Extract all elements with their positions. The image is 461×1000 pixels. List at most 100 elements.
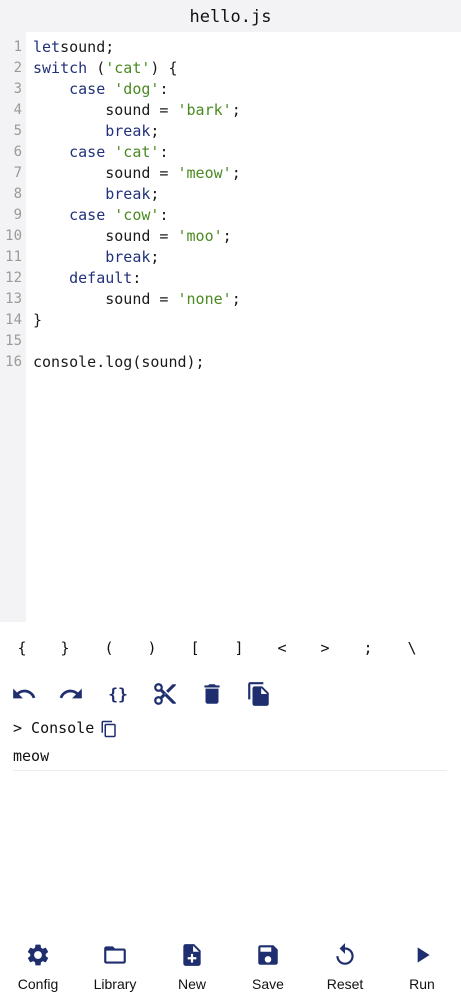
keyword-token: let [33,38,61,56]
code-line[interactable]: 16 console.log(sound); [0,352,461,373]
nav-library-label: Library [93,976,137,992]
code-token: : [132,269,142,287]
symbol-key[interactable]: } [50,636,80,660]
code-text: sound = 'none'; [33,289,241,310]
symbol-key[interactable]: [ [180,636,210,660]
symbol-key-row: {} () [] < >; \ [0,636,461,660]
code-token: console.log(sound); [33,353,205,371]
line-number: 4 [13,102,22,118]
code-token: ; [150,185,160,203]
code-line[interactable]: 11 break; [0,247,461,268]
nav-run-button[interactable]: Run [384,936,460,996]
code-text: sound = 'bark'; [33,100,241,121]
code-line[interactable]: 6 case 'cat': [0,142,461,163]
redo-icon[interactable] [58,681,84,707]
string-token: 'cat' [105,59,151,77]
code-text: switch ('cat') { [33,58,178,79]
code-text: console.log(sound); [33,352,205,373]
code-line[interactable]: 2 switch ('cat') { [0,58,461,79]
line-number: 15 [5,333,22,349]
line-number: 14 [5,312,22,328]
code-text: break; [33,121,159,142]
code-token: sound; [60,38,115,56]
nav-config-label: Config [17,976,59,992]
line-number: 13 [5,291,22,307]
code-line[interactable]: 3 case 'dog': [0,79,461,100]
bottom-navigation: Config Library New Save Reset Run [0,936,461,1000]
code-text: break; [33,184,159,205]
line-number: 1 [13,39,22,55]
keyword-token: case [69,206,106,224]
symbol-key[interactable]: > [310,636,340,660]
code-text: sound = 'moo'; [33,226,231,247]
nav-run-label: Run [409,976,435,992]
trash-icon[interactable] [199,681,225,707]
nav-config-button[interactable]: Config [0,936,76,996]
copy-file-icon[interactable] [246,681,272,707]
code-line[interactable]: 10 sound = 'moo'; [0,226,461,247]
code-editor[interactable]: 1 letsound; 2 switch ('cat') {3 case 'dog':… [0,32,461,622]
string-token: 'moo' [177,227,223,245]
nav-reset-label: Reset [326,976,364,992]
code-line[interactable]: 12 default: [0,268,461,289]
keyword-token: case [69,143,106,161]
code-token: ( [87,59,106,77]
nav-reset-button[interactable]: Reset [307,936,383,996]
string-token: 'cow' [114,206,160,224]
keyword-token: switch [33,59,88,77]
code-token: ; [231,290,241,308]
code-line[interactable]: 7 sound = 'meow'; [0,163,461,184]
code-line[interactable]: 13 sound = 'none'; [0,289,461,310]
nav-library-button[interactable]: Library [77,936,153,996]
symbol-key[interactable]: ] [224,636,254,660]
gear-icon [27,944,49,966]
symbol-key[interactable]: < [267,636,297,660]
braces-icon[interactable]: {} [105,681,131,707]
code-line[interactable]: 8 break; [0,184,461,205]
code-token: ; [150,122,160,140]
file-title: hello.js [0,0,461,32]
symbol-key[interactable]: ( [94,636,124,660]
code-line[interactable]: 1 letsound; [0,37,461,58]
new-file-icon [183,944,201,966]
code-token: ; [231,101,241,119]
line-number: 2 [13,60,22,76]
code-token: sound = [33,101,178,119]
code-text: case 'dog': [33,79,168,100]
code-token: sound = [33,290,178,308]
nav-save-button[interactable]: Save [230,936,306,996]
code-token: ; [231,164,241,182]
console-output: meow [13,745,447,771]
code-line[interactable]: 4 sound = 'bark'; [0,100,461,121]
code-token: sound = [33,164,178,182]
symbol-key[interactable]: \ [397,636,427,660]
code-line[interactable]: 15 [0,331,461,352]
keyword-token: default [69,269,133,287]
nav-new-label: New [177,976,206,992]
code-line[interactable]: 9 case 'cow': [0,205,461,226]
undo-icon[interactable] [11,681,37,707]
code-text: case 'cat': [33,142,168,163]
copy-icon[interactable] [100,720,118,738]
keyword-token: break [105,122,151,140]
symbol-key[interactable]: ) [137,636,167,660]
code-line[interactable]: 14} [0,310,461,331]
symbol-key[interactable]: ; [353,636,383,660]
code-line[interactable]: 5 break; [0,121,461,142]
symbol-key[interactable]: { [7,636,37,660]
string-token: 'none' [177,290,232,308]
line-number: 16 [5,354,22,370]
nav-new-button[interactable]: New [154,936,230,996]
code-token: : [159,80,169,98]
scissors-icon[interactable] [152,681,178,707]
keyword-token: case [69,80,106,98]
code-text: default: [33,268,141,289]
string-token: 'bark' [177,101,232,119]
